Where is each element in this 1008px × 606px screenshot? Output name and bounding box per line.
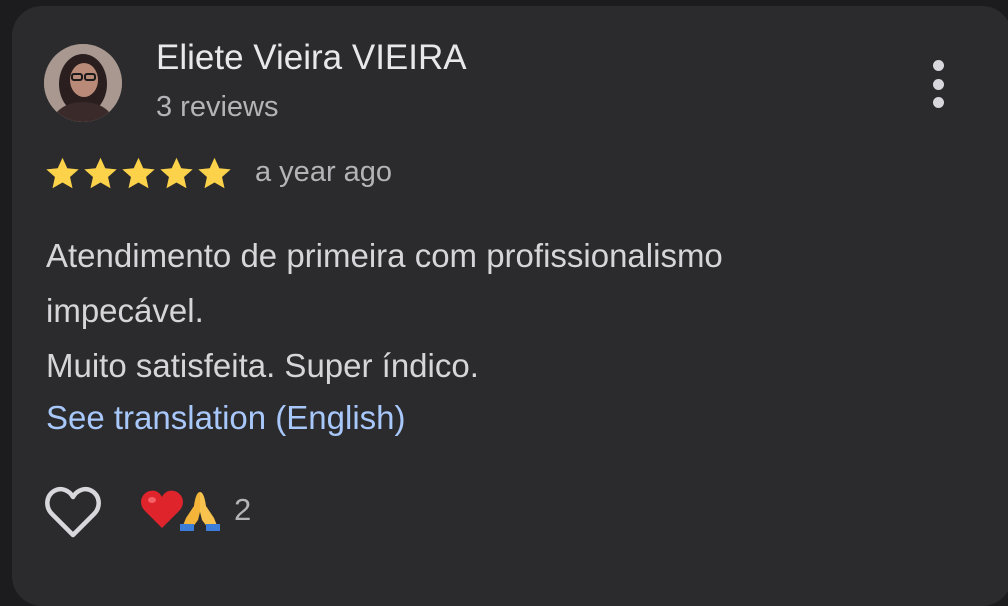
review-text-line: Atendimento de primeira com profissional… [46,237,723,274]
review-text-line: Muito satisfeita. Super índico. [46,347,479,384]
author-name[interactable]: Eliete Vieira VIEIRA [156,38,467,78]
review-time: a year ago [255,156,393,188]
star-icon [46,157,79,189]
dot [932,78,944,90]
dot [932,60,944,71]
star-icon [160,157,193,189]
star-icon [198,157,231,189]
reaction-count: 2 [234,492,252,527]
star-icon [122,157,155,189]
dot [932,97,944,108]
more-options-button[interactable] [918,58,958,110]
star-rating [44,155,233,192]
review-text-line: impecável. [46,292,204,329]
like-button[interactable] [44,485,102,539]
folded-hands-icon [180,492,220,531]
see-translation-link[interactable]: See translation (English) [46,390,406,445]
heart-outline-icon [45,487,101,538]
review-text: Atendimento de primeira com profissional… [46,228,946,393]
star-icon [84,157,117,189]
avatar[interactable] [44,44,122,122]
reactions[interactable]: 2 [140,488,251,532]
author-review-count: 3 reviews [156,91,279,123]
